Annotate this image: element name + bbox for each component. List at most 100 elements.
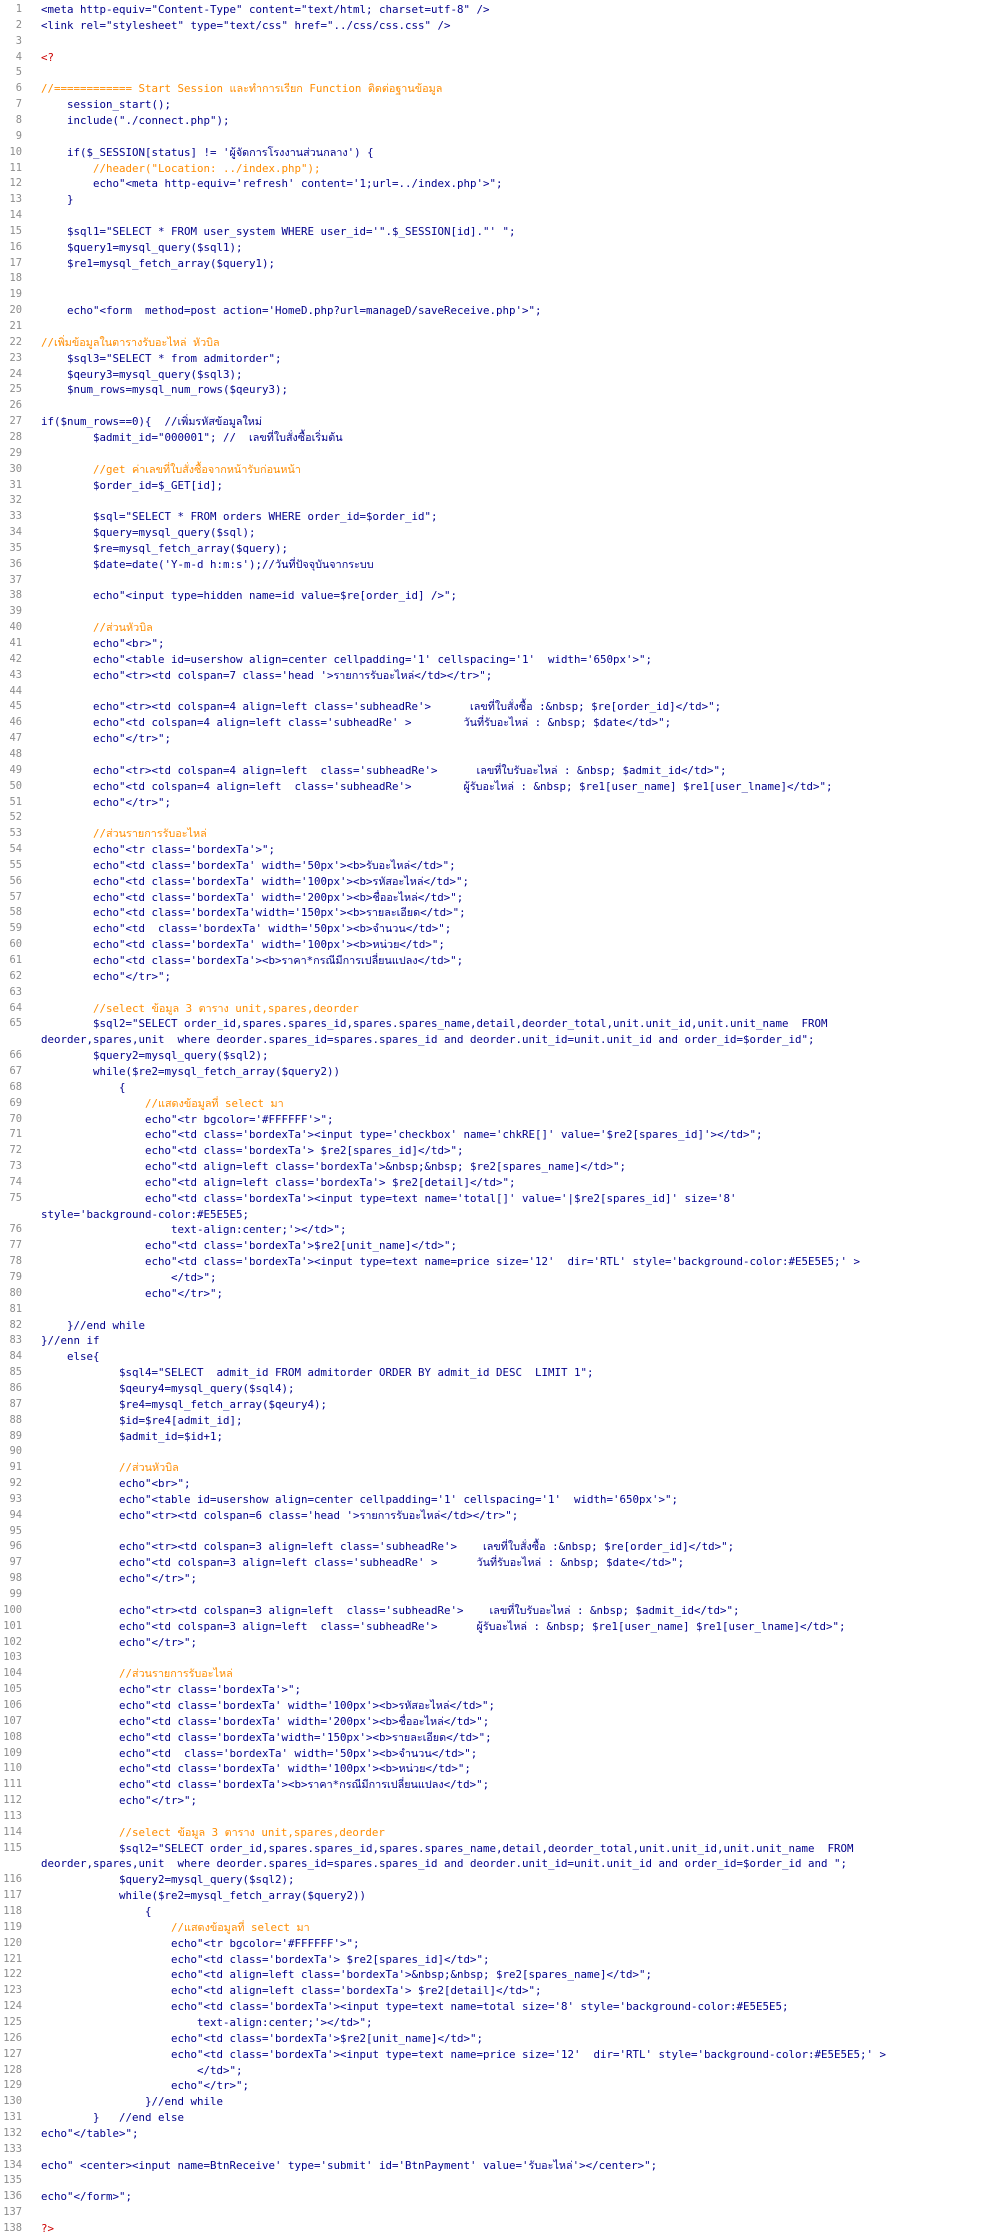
line-code[interactable]: $admit_id=$id+1; <box>41 1429 996 1445</box>
line-code[interactable]: echo"<tr><td colspan=7 class='head '>ราย… <box>41 668 996 684</box>
line-code[interactable]: echo"<td class='bordexTa'><input type=te… <box>41 1191 996 1207</box>
line-code[interactable]: echo"<td align=left class='bordexTa'> $r… <box>41 1175 996 1191</box>
line-code[interactable]: $id=$re4[admit_id]; <box>41 1413 996 1429</box>
line-code[interactable]: echo"</tr>"; <box>41 1793 996 1809</box>
line-code[interactable]: //ส่วนหัวบิล <box>41 1460 996 1476</box>
line-code[interactable]: echo"<td class='bordexTa' width='50px'><… <box>41 921 996 937</box>
line-code[interactable]: $sql2="SELECT order_id,spares.spares_id,… <box>41 1841 996 1857</box>
line-code[interactable]: $order_id=$_GET[id]; <box>41 478 996 494</box>
line-code[interactable]: $re1=mysql_fetch_array($query1); <box>41 256 996 272</box>
line-code[interactable]: $num_rows=mysql_num_rows($qeury3); <box>41 382 996 398</box>
line-code[interactable]: deorder,spares,unit where deorder.spares… <box>41 1856 996 1872</box>
line-code[interactable]: }//enn if <box>41 1333 996 1349</box>
line-code[interactable]: $query1=mysql_query($sql1); <box>41 240 996 256</box>
line-code[interactable]: else{ <box>41 1349 996 1365</box>
line-code[interactable]: { <box>41 1904 996 1920</box>
line-code[interactable]: $re=mysql_fetch_array($query); <box>41 541 996 557</box>
line-code[interactable]: } //end else <box>41 2110 996 2126</box>
line-code[interactable]: echo"<td align=left class='bordexTa'>&nb… <box>41 1159 996 1175</box>
line-code[interactable]: echo"<td class='bordexTa'><input type=te… <box>41 1999 996 2015</box>
line-code[interactable]: //แสดงข้อมูลที่ select มา <box>41 1096 996 1112</box>
line-code[interactable]: $qeury4=mysql_query($sql4); <box>41 1381 996 1397</box>
line-code[interactable]: { <box>41 1080 996 1096</box>
line-code[interactable]: echo"<td class='bordexTa'> $re2[spares_i… <box>41 1143 996 1159</box>
line-code[interactable]: echo"<td class='bordexTa'> $re2[spares_i… <box>41 1952 996 1968</box>
line-code[interactable]: echo" <center><input name=BtnReceive' ty… <box>41 2158 996 2174</box>
line-code[interactable]: echo"<tr><td colspan=6 class='head '>ราย… <box>41 1508 996 1524</box>
line-code[interactable]: echo"<td class='bordexTa' width='50px'><… <box>41 858 996 874</box>
line-code[interactable]: echo"<td class='bordexTa'><b>ราคา*กรณีมี… <box>41 1777 996 1793</box>
line-code[interactable]: //header("Location: ../index.php"); <box>41 161 996 177</box>
line-code[interactable]: echo"<td class='bordexTa'width='150px'><… <box>41 905 996 921</box>
line-code[interactable]: //แสดงข้อมูลที่ select มา <box>41 1920 996 1936</box>
line-code[interactable]: include("./connect.php"); <box>41 113 996 129</box>
line-code[interactable]: echo"<td class='bordexTa'>$re2[unit_name… <box>41 1238 996 1254</box>
line-code[interactable]: echo"</tr>"; <box>41 1286 996 1302</box>
line-code[interactable]: style='background-color:#E5E5E5; <box>41 1207 996 1223</box>
line-code[interactable]: echo"<td colspan=3 align=left class='sub… <box>41 1619 996 1635</box>
line-code[interactable]: echo"<td class='bordexTa' width='50px'><… <box>41 1746 996 1762</box>
line-code[interactable]: text-align:center;'></td>"; <box>41 1222 996 1238</box>
line-code[interactable]: //============ Start Session และทำการเรี… <box>41 81 996 97</box>
line-code[interactable]: echo"<td class='bordexTa'><input type=te… <box>41 1254 996 1270</box>
line-code[interactable]: echo"</form>"; <box>41 2189 996 2205</box>
line-code[interactable]: echo"<td class='bordexTa' width='200px'>… <box>41 890 996 906</box>
line-code[interactable]: echo"<td class='bordexTa'><input type='c… <box>41 1127 996 1143</box>
line-code[interactable]: $sql2="SELECT order_id,spares.spares_id,… <box>41 1016 996 1032</box>
line-code[interactable]: }//end while <box>41 2094 996 2110</box>
line-code[interactable]: $query=mysql_query($sql); <box>41 525 996 541</box>
line-code[interactable]: echo"<table id=usershow align=center cel… <box>41 1492 996 1508</box>
line-code[interactable]: if($num_rows==0){ //เพิ่มรหัสข้อมูลใหม่ <box>41 414 996 430</box>
line-code[interactable]: $date=date('Y-m-d h:m:s');//วันที่ปัจจุบ… <box>41 557 996 573</box>
line-code[interactable]: echo"<td class='bordexTa'width='150px'><… <box>41 1730 996 1746</box>
line-code[interactable]: echo"<td class='bordexTa' width='100px'>… <box>41 1761 996 1777</box>
line-code[interactable]: $query2=mysql_query($sql2); <box>41 1872 996 1888</box>
line-code[interactable]: echo"<meta http-equiv='refresh' content=… <box>41 176 996 192</box>
line-code[interactable]: echo"<td class='bordexTa'><input type=te… <box>41 2047 996 2063</box>
line-code[interactable]: echo"<tr><td colspan=4 align=left class=… <box>41 763 996 779</box>
line-code[interactable]: echo"<br>"; <box>41 1476 996 1492</box>
line-code[interactable]: $re4=mysql_fetch_array($qeury4); <box>41 1397 996 1413</box>
line-code[interactable]: echo"</tr>"; <box>41 969 996 985</box>
line-code[interactable]: echo"<td colspan=4 align=left class='sub… <box>41 715 996 731</box>
line-code[interactable]: echo"<form method=post action='HomeD.php… <box>41 303 996 319</box>
line-code[interactable]: <? <box>41 50 996 66</box>
line-code[interactable]: echo"</tr>"; <box>41 2078 996 2094</box>
line-code[interactable]: } <box>41 192 996 208</box>
line-code[interactable]: echo"<tr><td colspan=3 align=left class=… <box>41 1603 996 1619</box>
line-code[interactable]: //ส่วนหัวบิล <box>41 620 996 636</box>
line-code[interactable]: session_start(); <box>41 97 996 113</box>
line-code[interactable]: //select ข้อมูล 3 ตาราง unit,spares,deor… <box>41 1825 996 1841</box>
line-code[interactable]: $sql3="SELECT * from admitorder"; <box>41 351 996 367</box>
line-code[interactable]: }//end while <box>41 1318 996 1334</box>
line-code[interactable]: echo"</tr>"; <box>41 731 996 747</box>
line-code[interactable]: $sql1="SELECT * FROM user_system WHERE u… <box>41 224 996 240</box>
line-code[interactable]: echo"<td class='bordexTa' width='100px'>… <box>41 874 996 890</box>
line-code[interactable]: echo"<td align=left class='bordexTa'> $r… <box>41 1983 996 1999</box>
line-code[interactable]: if($_SESSION[status] != 'ผู้จัดการโรงงาน… <box>41 145 996 161</box>
line-code[interactable]: echo"<tr bgcolor='#FFFFFF'>"; <box>41 1936 996 1952</box>
line-code[interactable]: //select ข้อมูล 3 ตาราง unit,spares,deor… <box>41 1001 996 1017</box>
line-code[interactable]: while($re2=mysql_fetch_array($query2)) <box>41 1888 996 1904</box>
line-code[interactable]: echo"<tr><td colspan=3 align=left class=… <box>41 1539 996 1555</box>
line-code[interactable]: </td>"; <box>41 1270 996 1286</box>
line-code[interactable]: echo"</tr>"; <box>41 1635 996 1651</box>
line-code[interactable]: //เพิ่มข้อมูลในตารางรับอะไหล่ หัวบิล <box>41 335 996 351</box>
line-code[interactable]: //ส่วนรายการรับอะไหล่ <box>41 826 996 842</box>
line-code[interactable]: echo"</table>"; <box>41 2126 996 2142</box>
line-code[interactable]: deorder,spares,unit where deorder.spares… <box>41 1032 996 1048</box>
line-code[interactable]: echo"<td class='bordexTa'>$re2[unit_name… <box>41 2031 996 2047</box>
line-code[interactable]: $query2=mysql_query($sql2); <box>41 1048 996 1064</box>
line-code[interactable]: echo"<br>"; <box>41 636 996 652</box>
line-code[interactable]: echo"<td align=left class='bordexTa'>&nb… <box>41 1967 996 1983</box>
line-code[interactable]: //get ค่าเลขที่ใบสั่งซื้อจากหน้ารับก่อนห… <box>41 462 996 478</box>
line-code[interactable]: echo"<tr bgcolor='#FFFFFF'>"; <box>41 1112 996 1128</box>
line-code[interactable]: $sql="SELECT * FROM orders WHERE order_i… <box>41 509 996 525</box>
line-code[interactable]: $admit_id="000001"; // เลขที่ใบสั่งซื้อเ… <box>41 430 996 446</box>
line-code[interactable]: echo"</tr>"; <box>41 795 996 811</box>
line-code[interactable]: $qeury3=mysql_query($sql3); <box>41 367 996 383</box>
line-code[interactable]: $sql4="SELECT admit_id FROM admitorder O… <box>41 1365 996 1381</box>
line-code[interactable]: while($re2=mysql_fetch_array($query2)) <box>41 1064 996 1080</box>
line-code[interactable]: ?> <box>41 2221 996 2237</box>
line-code[interactable]: </td>"; <box>41 2063 996 2079</box>
